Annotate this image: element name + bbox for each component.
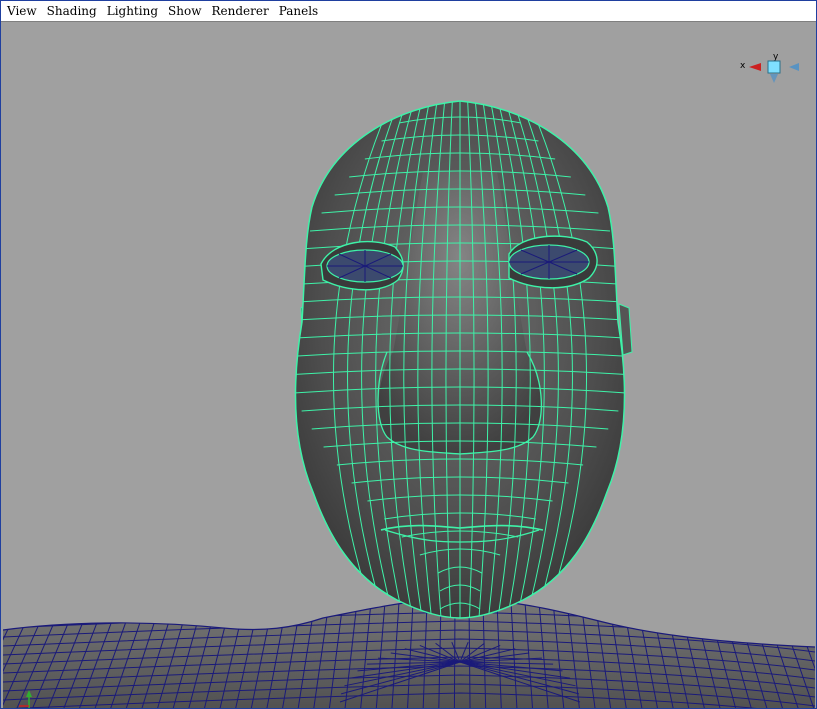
menu-renderer[interactable]: Renderer bbox=[206, 1, 273, 21]
body-mesh bbox=[3, 602, 815, 708]
menu-show[interactable]: Show bbox=[163, 1, 206, 21]
panel-menubar: View Shading Lighting Show Renderer Pane… bbox=[1, 1, 816, 22]
x-axis-cone-icon bbox=[749, 63, 761, 71]
eye-right bbox=[508, 235, 598, 289]
center-cube-icon bbox=[767, 60, 781, 74]
svg-text:x: x bbox=[740, 61, 746, 71]
menu-lighting[interactable]: Lighting bbox=[102, 1, 163, 21]
menu-view[interactable]: View bbox=[1, 1, 42, 21]
neg-y-cone-icon bbox=[770, 74, 778, 83]
menu-shading[interactable]: Shading bbox=[42, 1, 102, 21]
menu-panels[interactable]: Panels bbox=[274, 1, 324, 21]
viewport-window: View Shading Lighting Show Renderer Pane… bbox=[0, 0, 817, 709]
head-mesh bbox=[294, 100, 626, 619]
view-axis-gizmo[interactable]: y x bbox=[739, 48, 809, 118]
z-axis-cone-icon bbox=[789, 63, 799, 71]
world-axis-icon bbox=[19, 690, 32, 708]
scene-canvas[interactable] bbox=[3, 22, 815, 708]
3d-viewport[interactable]: y x bbox=[3, 22, 815, 708]
